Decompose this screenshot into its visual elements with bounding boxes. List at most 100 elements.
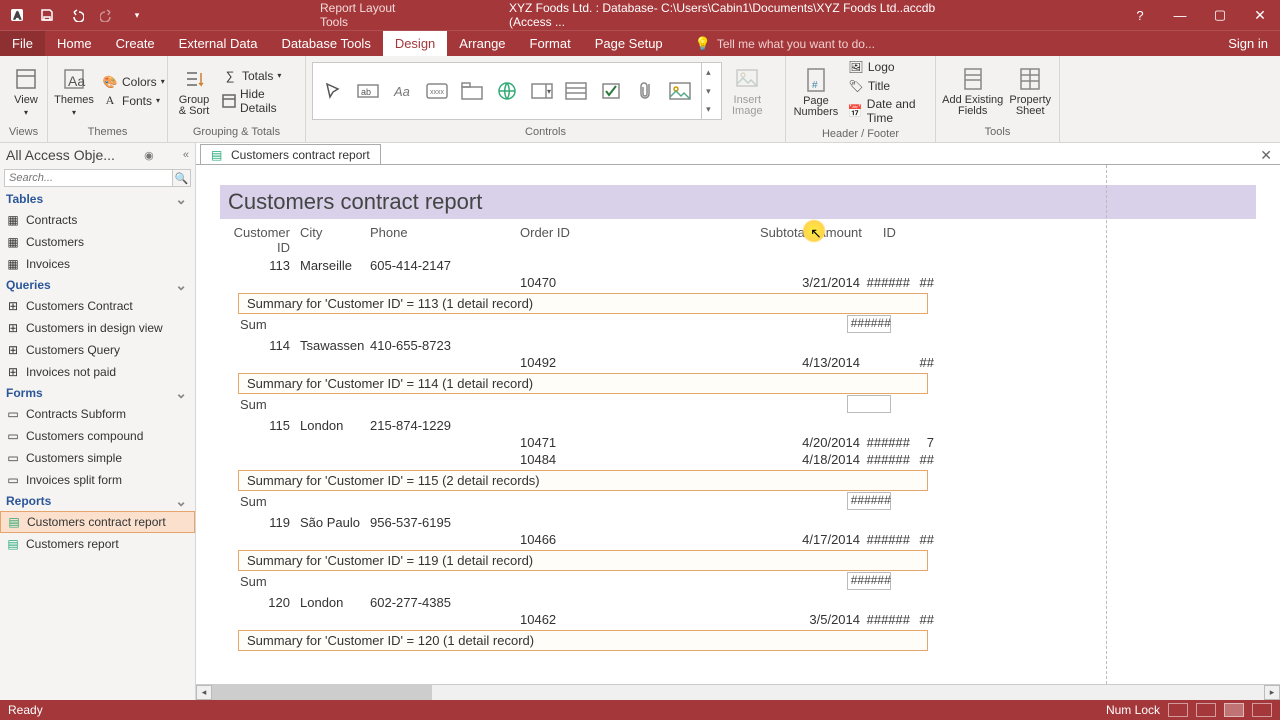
cell[interactable]: ## [910, 355, 934, 370]
cell[interactable]: ###### [860, 275, 910, 290]
save-icon[interactable] [36, 4, 58, 26]
listbox-icon[interactable] [562, 73, 591, 109]
sum-label[interactable]: Sum [240, 397, 267, 412]
nav-query-item[interactable]: ⊞Customers in design view [0, 317, 195, 339]
nav-report-customers[interactable]: ▤Customers report [0, 533, 195, 555]
cell[interactable]: 4/13/2014 [790, 355, 860, 370]
cell[interactable]: 7 [910, 435, 934, 450]
horizontal-scrollbar[interactable]: ◂▸ [196, 684, 1280, 700]
col-id[interactable]: ID [872, 225, 896, 255]
scroll-right-icon[interactable]: ▸ [1264, 685, 1280, 700]
nav-pane-header[interactable]: All Access Obje... ◉ « [0, 143, 195, 167]
report-title[interactable]: Customers contract report [220, 185, 1256, 219]
tab-file[interactable]: File [0, 31, 45, 56]
cell[interactable]: ## [910, 452, 934, 467]
tab-database-tools[interactable]: Database Tools [269, 31, 382, 56]
scroll-left-icon[interactable]: ◂ [196, 685, 212, 700]
image-control-icon[interactable] [666, 73, 695, 109]
tab-control-icon[interactable] [458, 73, 487, 109]
nav-form-item[interactable]: ▭Customers compound [0, 425, 195, 447]
summary-row[interactable]: Summary for 'Customer ID' = 120 (1 detai… [238, 630, 928, 651]
logo-button[interactable]: 🖼Logo [844, 58, 929, 76]
nav-report-customers-contract[interactable]: ▤Customers contract report [0, 511, 195, 533]
cell[interactable]: ###### [860, 532, 910, 547]
cell[interactable]: 114 [220, 338, 300, 353]
tab-arrange[interactable]: Arrange [447, 31, 517, 56]
sum-value[interactable]: ###### [847, 572, 891, 590]
cell[interactable]: 10471 [520, 435, 790, 450]
summary-row[interactable]: Summary for 'Customer ID' = 114 (1 detai… [238, 373, 928, 394]
col-city[interactable]: City [300, 225, 370, 255]
qat-customize-icon[interactable]: ▾ [126, 4, 148, 26]
nav-group-reports[interactable]: Reports [0, 491, 195, 511]
cell[interactable]: 605-414-2147 [370, 258, 520, 273]
label-icon[interactable]: Aa [388, 73, 417, 109]
sum-label[interactable]: Sum [240, 317, 267, 332]
tab-design[interactable]: Design [383, 31, 447, 56]
cell[interactable]: 4/17/2014 [790, 532, 860, 547]
summary-row[interactable]: Summary for 'Customer ID' = 119 (1 detai… [238, 550, 928, 571]
col-customer-id[interactable]: Customer ID [220, 225, 300, 255]
view-report-icon[interactable] [1168, 703, 1188, 717]
cell[interactable]: São Paulo [300, 515, 370, 530]
add-existing-fields-button[interactable]: Add Existing Fields [942, 63, 1003, 119]
col-phone[interactable]: Phone [370, 225, 520, 255]
gallery-expand-icon[interactable]: ▴▾▾ [701, 63, 715, 119]
group-sort-button[interactable]: Group & Sort [174, 63, 214, 119]
tell-me-search[interactable]: 💡 Tell me what you want to do... [695, 36, 875, 52]
close-button[interactable]: ✕ [1240, 0, 1280, 30]
nav-group-forms[interactable]: Forms [0, 383, 195, 403]
cell[interactable]: 10492 [520, 355, 790, 370]
page-numbers-button[interactable]: # Page Numbers [792, 64, 840, 120]
nav-query-item[interactable]: ⊞Customers Contract [0, 295, 195, 317]
nav-table-invoices[interactable]: ▦Invoices [0, 253, 195, 275]
attachment-icon[interactable] [631, 73, 660, 109]
document-close-button[interactable]: ✕ [1252, 147, 1280, 164]
totals-button[interactable]: ∑Totals ▾ [218, 67, 299, 85]
tab-external-data[interactable]: External Data [167, 31, 270, 56]
sign-in-link[interactable]: Sign in [1228, 36, 1280, 51]
view-layout-icon[interactable] [1224, 703, 1244, 717]
help-icon[interactable]: ? [1120, 0, 1160, 30]
cell[interactable]: 115 [220, 418, 300, 433]
cell[interactable]: London [300, 595, 370, 610]
cell[interactable]: Tsawassen [300, 338, 370, 353]
cell[interactable]: 3/21/2014 [790, 275, 860, 290]
cell[interactable]: ## [910, 532, 934, 547]
report-layout-view[interactable]: Customers contract report Customer ID Ci… [196, 165, 1280, 684]
view-button[interactable]: View▾ [6, 63, 46, 119]
nav-group-tables[interactable]: Tables [0, 189, 195, 209]
nav-query-item[interactable]: ⊞Customers Query [0, 339, 195, 361]
nav-form-item[interactable]: ▭Contracts Subform [0, 403, 195, 425]
nav-query-item[interactable]: ⊞Invoices not paid [0, 361, 195, 383]
cell[interactable]: 10462 [520, 612, 790, 627]
summary-row[interactable]: Summary for 'Customer ID' = 115 (2 detai… [238, 470, 928, 491]
cell[interactable]: 410-655-8723 [370, 338, 520, 353]
cell[interactable]: 4/18/2014 [790, 452, 860, 467]
redo-icon[interactable] [96, 4, 118, 26]
combobox-icon[interactable]: ▾ [527, 73, 556, 109]
maximize-button[interactable]: ▢ [1200, 0, 1240, 30]
sum-value[interactable]: ###### [847, 315, 891, 333]
scroll-thumb[interactable] [212, 685, 432, 700]
property-sheet-button[interactable]: Property Sheet [1007, 63, 1053, 119]
tab-home[interactable]: Home [45, 31, 104, 56]
themes-button[interactable]: Aa Themes▾ [54, 63, 94, 119]
cell[interactable]: ## [910, 275, 934, 290]
button-icon[interactable]: xxxx [423, 73, 452, 109]
tab-create[interactable]: Create [104, 31, 167, 56]
summary-row[interactable]: Summary for 'Customer ID' = 113 (1 detai… [238, 293, 928, 314]
search-icon[interactable]: 🔍 [173, 169, 191, 187]
nav-form-item[interactable]: ▭Customers simple [0, 447, 195, 469]
sum-label[interactable]: Sum [240, 574, 267, 589]
controls-gallery[interactable]: ab Aa xxxx ▾ ▴▾▾ [312, 62, 722, 120]
cell[interactable]: 10466 [520, 532, 790, 547]
cell[interactable]: 602-277-4385 [370, 595, 520, 610]
cell[interactable]: 113 [220, 258, 300, 273]
col-order-id[interactable]: Order ID [520, 225, 790, 255]
nav-table-customers[interactable]: ▦Customers [0, 231, 195, 253]
minimize-button[interactable]: — [1160, 0, 1200, 30]
colors-button[interactable]: 🎨Colors ▾ [98, 73, 169, 91]
textbox-icon[interactable]: ab [354, 73, 383, 109]
cell[interactable]: Marseille [300, 258, 370, 273]
